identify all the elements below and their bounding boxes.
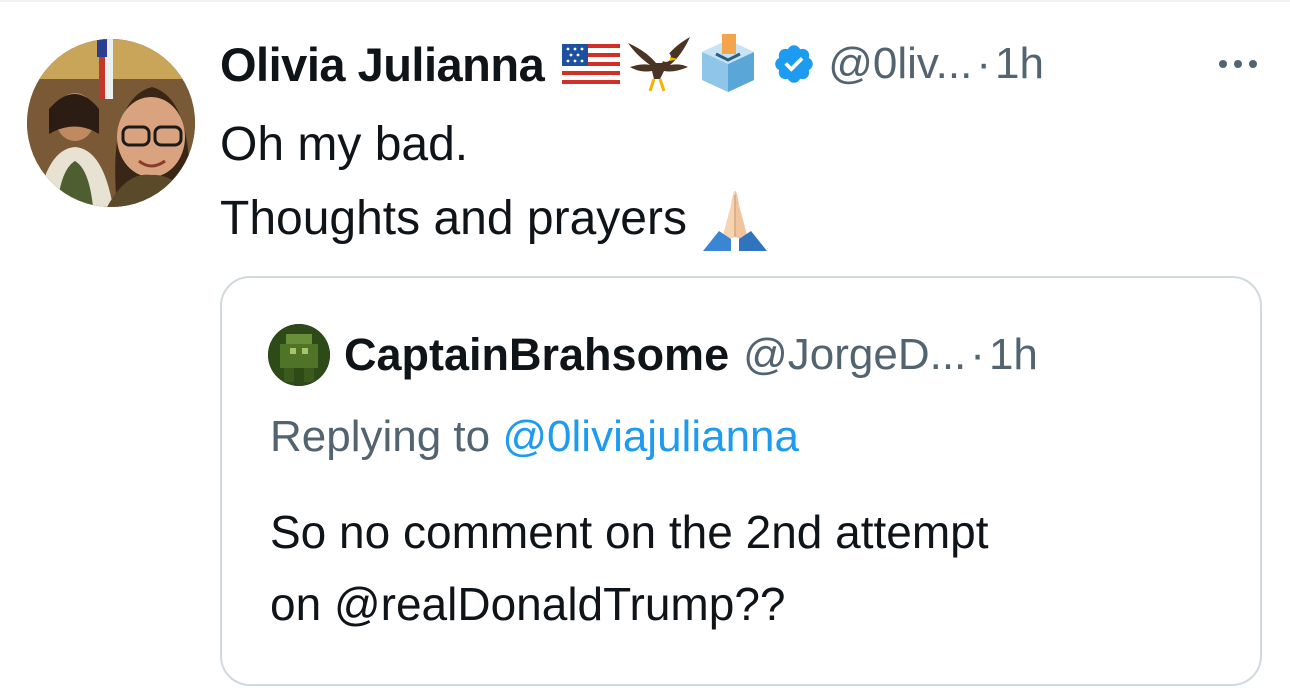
- tweet-header: Olivia Julianna @0liv... · 1h: [220, 34, 1280, 94]
- quoted-separator: ·: [970, 330, 985, 379]
- replying-prefix: Replying to: [270, 412, 491, 461]
- author-name[interactable]: Olivia Julianna: [220, 37, 545, 92]
- ellipsis-icon[interactable]: [1216, 44, 1260, 84]
- tweet-line-2: Thoughts and prayers: [220, 182, 769, 256]
- quoted-tweet-text: So no comment on the 2nd attempt on @rea…: [270, 496, 1230, 640]
- timestamp[interactable]: 1h: [995, 39, 1044, 89]
- replying-to: Replying to @0liviajulianna: [270, 412, 799, 462]
- tweet-text: Oh my bad. Thoughts and prayers: [220, 108, 769, 256]
- tweet[interactable]: Olivia Julianna @0liv... · 1h Oh my bad.…: [0, 0, 1290, 688]
- quoted-author-avatar[interactable]: [268, 324, 330, 386]
- quoted-timestamp[interactable]: 1h: [989, 330, 1038, 380]
- quoted-avatar-image: [268, 324, 330, 386]
- quoted-tweet-header: CaptainBrahsome @JorgeD... · 1h: [268, 322, 1038, 388]
- quoted-line-1: So no comment on the 2nd attempt: [270, 506, 989, 558]
- tweet-line-1: Oh my bad.: [220, 118, 469, 171]
- tweet-line-2-text: Thoughts and prayers: [220, 192, 687, 245]
- eagle-icon: [628, 37, 691, 92]
- quoted-tweet[interactable]: CaptainBrahsome @JorgeD... · 1h Replying…: [220, 276, 1262, 686]
- avatar-photo: [27, 39, 195, 207]
- folded-hands-icon: [701, 187, 769, 251]
- author-handle[interactable]: @0liv...: [828, 39, 972, 89]
- quoted-author-handle[interactable]: @JorgeD...: [743, 330, 966, 380]
- replying-mention-link[interactable]: @0liviajulianna: [502, 412, 799, 461]
- ballot-box-icon: [702, 34, 755, 92]
- flag-usa-icon: [562, 44, 621, 84]
- author-avatar[interactable]: [27, 39, 195, 207]
- quoted-line-2: on @realDonaldTrump??: [270, 578, 786, 630]
- separator: ·: [976, 39, 991, 88]
- verified-badge-icon: [772, 42, 816, 86]
- quoted-author-name[interactable]: CaptainBrahsome: [344, 329, 729, 381]
- author-emojis: [562, 33, 758, 95]
